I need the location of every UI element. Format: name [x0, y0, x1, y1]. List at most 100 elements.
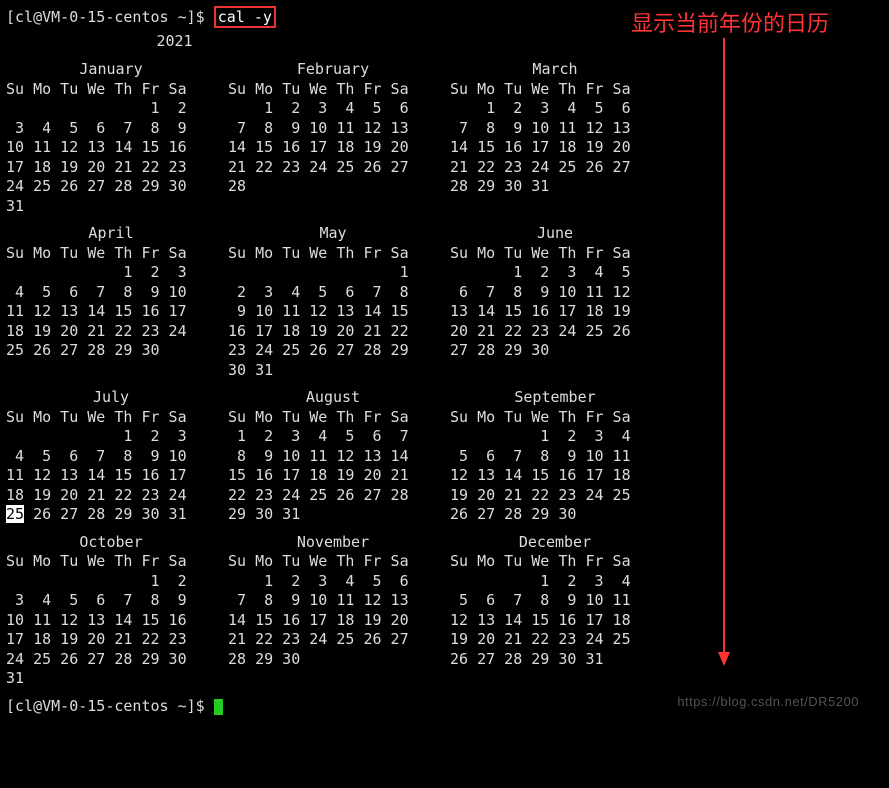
- week-row: 26 27 28 29 30: [450, 505, 660, 525]
- month-title: August: [228, 388, 438, 408]
- week-row: 6 7 8 9 10 11 12: [450, 283, 660, 303]
- month-title: October: [6, 533, 216, 553]
- day-header: Su Mo Tu We Th Fr Sa: [228, 244, 438, 264]
- day-header: Su Mo Tu We Th Fr Sa: [450, 80, 660, 100]
- annotation-text: 显示当前年份的日历: [631, 6, 829, 38]
- week-row: 4 5 6 7 8 9 10: [6, 447, 216, 467]
- week-row: 1 2 3 4 5 6 7: [228, 427, 438, 447]
- week-row: 24 25 26 27 28 29 30: [6, 650, 216, 670]
- day-header: Su Mo Tu We Th Fr Sa: [450, 552, 660, 572]
- month-may: MaySu Mo Tu We Th Fr Sa 1 2 3 4 5 6 7 8 …: [228, 224, 438, 380]
- week-row: 16 17 18 19 20 21 22: [228, 322, 438, 342]
- week-row: 29 30 31: [228, 505, 438, 525]
- week-row: 1 2 3 4: [450, 572, 660, 592]
- month-title: July: [6, 388, 216, 408]
- week-row: 1 2 3 4: [450, 427, 660, 447]
- week-row: 20 21 22 23 24 25 26: [450, 322, 660, 342]
- week-row: 31: [6, 669, 216, 689]
- week-row: 22 23 24 25 26 27 28: [228, 486, 438, 506]
- prompt-userhost-2: [cl@VM-0-15-centos ~]$: [6, 697, 214, 715]
- week-row: 1 2 3 4 5: [450, 263, 660, 283]
- month-january: JanuarySu Mo Tu We Th Fr Sa 1 2 3 4 5 6 …: [6, 60, 216, 216]
- week-row: 1: [228, 263, 438, 283]
- week-row: 7 8 9 10 11 12 13: [228, 591, 438, 611]
- week-row: 30 31: [228, 361, 438, 381]
- week-row: 28 29 30: [228, 650, 438, 670]
- week-row: 13 14 15 16 17 18 19: [450, 302, 660, 322]
- cursor-icon: [214, 699, 223, 715]
- week-row: 24 25 26 27 28 29 30: [6, 177, 216, 197]
- week-row: 12 13 14 15 16 17 18: [450, 611, 660, 631]
- day-header: Su Mo Tu We Th Fr Sa: [6, 80, 216, 100]
- week-row: 17 18 19 20 21 22 23: [6, 630, 216, 650]
- week-row: 8 9 10 11 12 13 14: [228, 447, 438, 467]
- week-row: 21 22 23 24 25 26 27: [450, 158, 660, 178]
- week-row: 1 2 3 4 5 6: [228, 99, 438, 119]
- week-row: 26 27 28 29 30 31: [450, 650, 660, 670]
- month-november: NovemberSu Mo Tu We Th Fr Sa 1 2 3 4 5 6…: [228, 533, 438, 689]
- week-row: 21 22 23 24 25 26 27: [228, 630, 438, 650]
- prompt-userhost: [cl@VM-0-15-centos ~]$: [6, 8, 214, 26]
- month-title: April: [6, 224, 216, 244]
- week-row: 3 4 5 6 7 8 9: [6, 119, 216, 139]
- month-title: March: [450, 60, 660, 80]
- day-header: Su Mo Tu We Th Fr Sa: [6, 244, 216, 264]
- week-row: 18 19 20 21 22 23 24: [6, 322, 216, 342]
- day-header: Su Mo Tu We Th Fr Sa: [228, 408, 438, 428]
- month-july: JulySu Mo Tu We Th Fr Sa 1 2 3 4 5 6 7 8…: [6, 388, 216, 525]
- week-row: 17 18 19 20 21 22 23: [6, 158, 216, 178]
- day-header: Su Mo Tu We Th Fr Sa: [6, 408, 216, 428]
- week-row: 14 15 16 17 18 19 20: [228, 611, 438, 631]
- week-row: 12 13 14 15 16 17 18: [450, 466, 660, 486]
- week-row: 7 8 9 10 11 12 13: [228, 119, 438, 139]
- week-row: 5 6 7 8 9 10 11: [450, 591, 660, 611]
- week-row: 27 28 29 30: [450, 341, 660, 361]
- day-header: Su Mo Tu We Th Fr Sa: [450, 244, 660, 264]
- week-row: 7 8 9 10 11 12 13: [450, 119, 660, 139]
- week-row: 1 2 3 4 5 6: [228, 572, 438, 592]
- month-title: June: [450, 224, 660, 244]
- week-row: 25 26 27 28 29 30 31: [6, 505, 216, 525]
- week-row: 1 2: [6, 572, 216, 592]
- day-header: Su Mo Tu We Th Fr Sa: [6, 552, 216, 572]
- month-title: May: [228, 224, 438, 244]
- week-row: 18 19 20 21 22 23 24: [6, 486, 216, 506]
- day-header: Su Mo Tu We Th Fr Sa: [450, 408, 660, 428]
- calendar-grid: JanuarySu Mo Tu We Th Fr Sa 1 2 3 4 5 6 …: [6, 60, 883, 689]
- week-row: 1 2 3 4 5 6: [450, 99, 660, 119]
- week-row: 25 26 27 28 29 30: [6, 341, 216, 361]
- month-title: November: [228, 533, 438, 553]
- week-row: 28 29 30 31: [450, 177, 660, 197]
- month-title: January: [6, 60, 216, 80]
- month-february: FebruarySu Mo Tu We Th Fr Sa 1 2 3 4 5 6…: [228, 60, 438, 216]
- month-december: DecemberSu Mo Tu We Th Fr Sa 1 2 3 4 5 6…: [450, 533, 660, 689]
- month-march: MarchSu Mo Tu We Th Fr Sa 1 2 3 4 5 6 7 …: [450, 60, 660, 216]
- week-row: 19 20 21 22 23 24 25: [450, 630, 660, 650]
- week-row: 3 4 5 6 7 8 9: [6, 591, 216, 611]
- today-highlight: 25: [6, 505, 24, 523]
- week-row: 10 11 12 13 14 15 16: [6, 611, 216, 631]
- month-october: OctoberSu Mo Tu We Th Fr Sa 1 2 3 4 5 6 …: [6, 533, 216, 689]
- month-title: February: [228, 60, 438, 80]
- week-row: 21 22 23 24 25 26 27: [228, 158, 438, 178]
- week-row: 1 2 3: [6, 263, 216, 283]
- month-august: AugustSu Mo Tu We Th Fr Sa 1 2 3 4 5 6 7…: [228, 388, 438, 525]
- month-september: SeptemberSu Mo Tu We Th Fr Sa 1 2 3 4 5 …: [450, 388, 660, 525]
- week-row: 10 11 12 13 14 15 16: [6, 138, 216, 158]
- week-row: 28: [228, 177, 438, 197]
- week-row: 4 5 6 7 8 9 10: [6, 283, 216, 303]
- week-row: 14 15 16 17 18 19 20: [450, 138, 660, 158]
- week-row: 1 2: [6, 99, 216, 119]
- week-row: 5 6 7 8 9 10 11: [450, 447, 660, 467]
- week-row: 9 10 11 12 13 14 15: [228, 302, 438, 322]
- command-highlight: cal -y: [214, 6, 276, 28]
- week-row: 15 16 17 18 19 20 21: [228, 466, 438, 486]
- week-row: 2 3 4 5 6 7 8: [228, 283, 438, 303]
- week-row: 14 15 16 17 18 19 20: [228, 138, 438, 158]
- day-header: Su Mo Tu We Th Fr Sa: [228, 80, 438, 100]
- week-row: 31: [6, 197, 216, 217]
- day-header: Su Mo Tu We Th Fr Sa: [228, 552, 438, 572]
- month-april: AprilSu Mo Tu We Th Fr Sa 1 2 3 4 5 6 7 …: [6, 224, 216, 380]
- watermark-text: https://blog.csdn.net/DR5200: [677, 694, 859, 709]
- week-row: 1 2 3: [6, 427, 216, 447]
